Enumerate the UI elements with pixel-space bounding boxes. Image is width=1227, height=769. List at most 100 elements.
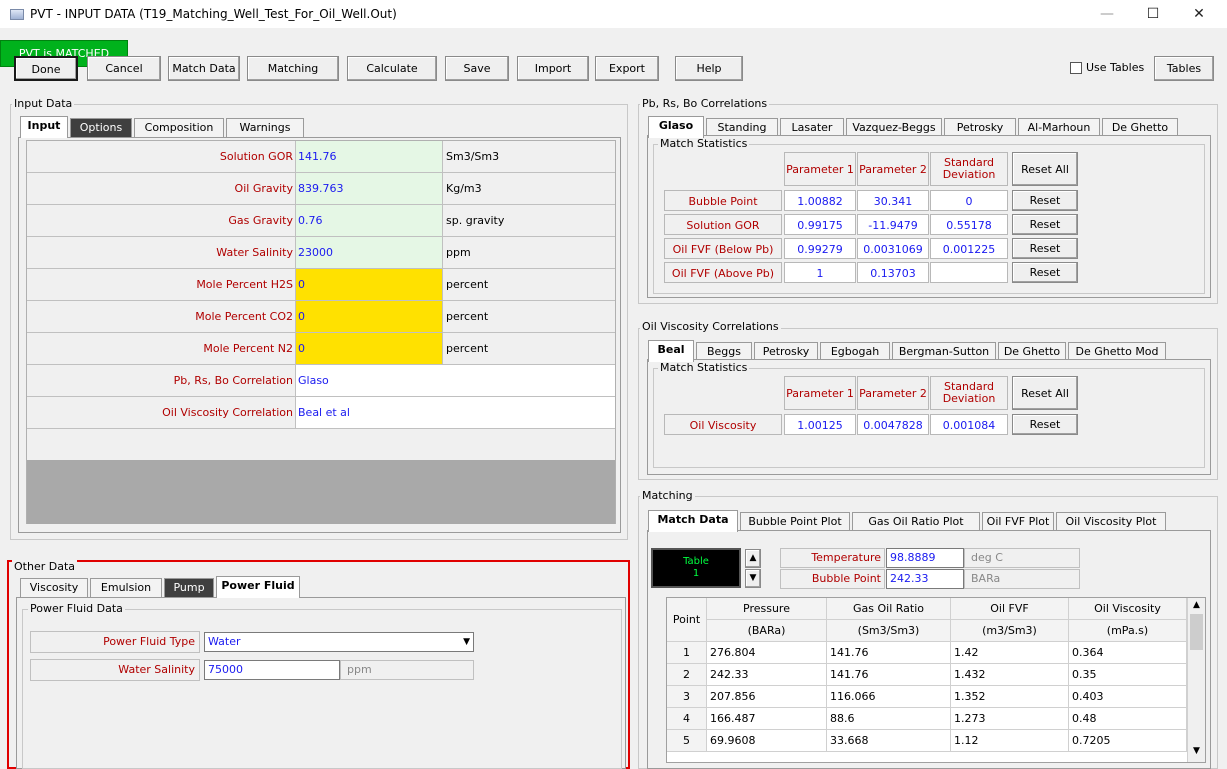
stats-value: 0.13703 (857, 262, 929, 283)
tab-input[interactable]: Input (20, 116, 68, 138)
reset-button[interactable]: Reset (1012, 262, 1078, 283)
stats-value: 0.99279 (784, 238, 856, 259)
table-cell[interactable]: 141.76 (827, 642, 951, 664)
tab-warnings[interactable]: Warnings (226, 118, 304, 138)
tables-button[interactable]: Tables (1154, 56, 1214, 81)
tab-glaso[interactable]: Glaso (648, 116, 704, 138)
grid-empty-area (27, 460, 615, 524)
table-down-arrow-icon[interactable]: ▼ (745, 569, 761, 588)
scroll-up-icon[interactable]: ▲ (1188, 600, 1205, 610)
correlation-value[interactable]: Glaso (295, 365, 615, 396)
visc-stats-table: Parameter 1 Parameter 2 Standard Deviation… (664, 376, 1094, 438)
row-number: 3 (667, 686, 707, 708)
tab-oil-viscosity-plot[interactable]: Oil Viscosity Plot (1056, 512, 1166, 532)
tab-power-fluid[interactable]: Power Fluid (216, 576, 300, 598)
table-cell[interactable]: 1.432 (951, 664, 1069, 686)
minimize-button[interactable]: — (1092, 4, 1122, 24)
reset-all-button[interactable]: Reset All (1012, 152, 1078, 186)
temperature-input[interactable]: 98.8889 (886, 548, 964, 568)
tab-emulsion[interactable]: Emulsion (90, 578, 162, 598)
table-cell[interactable]: 276.804 (707, 642, 827, 664)
tab-oil-fvf-plot[interactable]: Oil FVF Plot (982, 512, 1054, 532)
column-unit: (BARa) (707, 620, 827, 642)
input-row: Mole Percent CO2 0 percent (27, 301, 615, 333)
reset-button[interactable]: Reset (1012, 190, 1078, 211)
input-row: Oil Gravity 839.763 Kg/m3 (27, 173, 615, 205)
table-cell[interactable]: 166.487 (707, 708, 827, 730)
water-salinity-input[interactable]: 75000 (204, 660, 340, 680)
done-button[interactable]: Done (14, 56, 78, 81)
power-fluid-type-select[interactable]: Water ▼ (204, 632, 474, 652)
export-button[interactable]: Export (595, 56, 659, 81)
close-button[interactable]: ✕ (1184, 4, 1214, 24)
table-cell[interactable]: 88.6 (827, 708, 951, 730)
table-cell[interactable]: 141.76 (827, 664, 951, 686)
input-row-value[interactable]: 839.763 (295, 173, 443, 204)
tab-options[interactable]: Options (70, 118, 132, 138)
input-row-label: Mole Percent CO2 (195, 310, 293, 323)
tab-pump[interactable]: Pump (164, 578, 214, 598)
chevron-down-icon[interactable]: ▼ (463, 633, 470, 651)
calculate-button[interactable]: Calculate (347, 56, 437, 81)
stats-value: -11.9479 (857, 214, 929, 235)
bubble-point-input[interactable]: 242.33 (886, 569, 964, 589)
power-fluid-group-title: Power Fluid Data (28, 602, 125, 615)
import-button[interactable]: Import (517, 56, 589, 81)
reset-button[interactable]: Reset (1012, 238, 1078, 259)
tab-match-data[interactable]: Match Data (648, 510, 738, 532)
input-row-value[interactable]: 0.76 (295, 205, 443, 236)
water-salinity-unit: ppm (340, 660, 474, 680)
table-cell[interactable]: 0.7205 (1069, 730, 1187, 752)
stats-row-label: Solution GOR (664, 214, 782, 235)
match-table-scrollbar[interactable]: ▲ ▼ (1187, 598, 1205, 762)
stats-header: Parameter 1 (784, 376, 856, 410)
table-cell[interactable]: 242.33 (707, 664, 827, 686)
table-cell[interactable]: 116.066 (827, 686, 951, 708)
match-data-grid: Point Pressure (BARa) Gas Oil Ratio (Sm3/Sm3… (667, 598, 1187, 762)
table-cell[interactable]: 1.352 (951, 686, 1069, 708)
table-cell[interactable]: 207.856 (707, 686, 827, 708)
table-cell[interactable]: 69.9608 (707, 730, 827, 752)
matching-button[interactable]: Matching (247, 56, 339, 81)
stats-header: Standard Deviation (930, 376, 1008, 410)
scrollbar-thumb[interactable] (1190, 614, 1203, 650)
table-cell[interactable]: 0.364 (1069, 642, 1187, 664)
table-up-arrow-icon[interactable]: ▲ (745, 549, 761, 568)
tab-beal[interactable]: Beal (648, 340, 694, 362)
table-cell[interactable]: 1.273 (951, 708, 1069, 730)
column-unit: (m3/Sm3) (951, 620, 1069, 642)
tab-composition[interactable]: Composition (134, 118, 224, 138)
input-row: Solution GOR 141.76 Sm3/Sm3 (27, 141, 615, 173)
scroll-down-icon[interactable]: ▼ (1188, 746, 1205, 756)
input-row-unit: percent (446, 342, 489, 355)
input-row-value[interactable]: 0 (295, 333, 443, 364)
cancel-button[interactable]: Cancel (87, 56, 161, 81)
tab-bubble-point-plot[interactable]: Bubble Point Plot (740, 512, 850, 532)
tab-viscosity[interactable]: Viscosity (20, 578, 88, 598)
row-number: 5 (667, 730, 707, 752)
table-cell[interactable]: 33.668 (827, 730, 951, 752)
input-row-value[interactable]: 141.76 (295, 141, 443, 172)
reset-all-button[interactable]: Reset All (1012, 376, 1078, 410)
table-cell[interactable]: 1.42 (951, 642, 1069, 664)
match-data-button[interactable]: Match Data (168, 56, 240, 81)
input-row-value[interactable]: 0 (295, 301, 443, 332)
visc-match-stats-title: Match Statistics (658, 361, 750, 374)
use-tables-checkbox[interactable] (1070, 62, 1082, 74)
table-cell[interactable]: 0.35 (1069, 664, 1187, 686)
pb-correlations-title: Pb, Rs, Bo Correlations (640, 97, 770, 110)
table-cell[interactable]: 1.12 (951, 730, 1069, 752)
reset-button[interactable]: Reset (1012, 414, 1078, 435)
maximize-button[interactable]: ☐ (1138, 4, 1168, 24)
help-button[interactable]: Help (675, 56, 743, 81)
save-button[interactable]: Save (445, 56, 509, 81)
table-cell[interactable]: 0.403 (1069, 686, 1187, 708)
input-row-value[interactable]: 23000 (295, 237, 443, 268)
table-label: Table (683, 556, 709, 567)
correlation-value[interactable]: Beal et al (295, 397, 615, 428)
visc-correlations-title: Oil Viscosity Correlations (640, 320, 781, 333)
table-cell[interactable]: 0.48 (1069, 708, 1187, 730)
tab-gas-oil-ratio-plot[interactable]: Gas Oil Ratio Plot (852, 512, 980, 532)
reset-button[interactable]: Reset (1012, 214, 1078, 235)
input-row-value[interactable]: 0 (295, 269, 443, 300)
